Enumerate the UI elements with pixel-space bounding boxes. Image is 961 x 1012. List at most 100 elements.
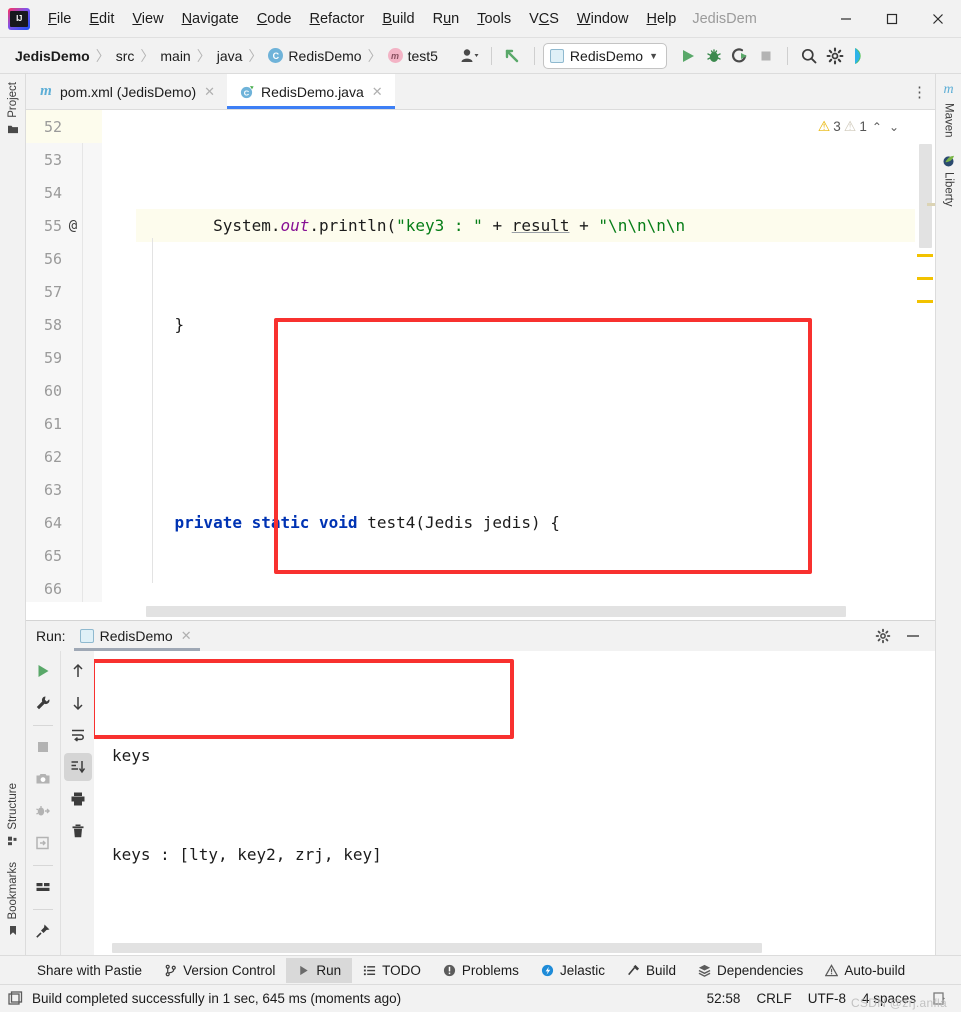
breadcrumb-separator: 〉 <box>95 47 110 64</box>
gutter-line: 60 <box>43 381 62 400</box>
menu-item-file[interactable]: File <box>40 8 79 30</box>
run-tab-redisdemo[interactable]: RedisDemo ✕ <box>73 621 200 651</box>
run-button[interactable] <box>675 43 701 69</box>
warning-marker[interactable] <box>917 277 933 280</box>
close-icon[interactable]: ✕ <box>202 84 217 100</box>
editor-gutter[interactable]: 52 53 54 55 @ 56 57 58 59 60 61 62 63 64 … <box>26 110 136 602</box>
menu-item-window[interactable]: Window <box>569 8 637 30</box>
line-separator[interactable]: CRLF <box>756 991 791 1006</box>
editor-scrollbar-marker-track[interactable] <box>915 110 935 602</box>
gutter-line: 58 <box>43 315 62 334</box>
sidebar-item-bookmarks[interactable]: Bookmarks <box>3 854 23 945</box>
minimize-button[interactable] <box>823 0 869 38</box>
editor-tab-pom-xml[interactable]: m pom.xml (JedisDemo) ✕ <box>26 74 227 109</box>
menu-item-build[interactable]: Build <box>374 8 422 30</box>
screenshot-button[interactable] <box>29 765 57 793</box>
warning-marker[interactable] <box>917 300 933 303</box>
annotation-marker[interactable]: @ <box>64 218 82 234</box>
run-with-coverage-button[interactable] <box>727 43 753 69</box>
gutter-line: 62 <box>43 447 62 466</box>
sidebar-item-project[interactable]: Project <box>3 74 23 143</box>
code-text-area[interactable]: System.out.println("key3 : " + result + … <box>102 110 915 602</box>
update-project-icon[interactable] <box>500 43 526 69</box>
console-output[interactable]: keys keys : [lty, key2, zrj, key] Proces… <box>94 651 935 955</box>
dump-threads-button[interactable] <box>29 797 57 825</box>
modify-run-configuration-button[interactable] <box>29 689 57 717</box>
scroll-to-end-button[interactable] <box>63 753 92 781</box>
minimize-icon[interactable] <box>905 628 921 644</box>
bottom-item-auto-build[interactable]: Auto-build <box>814 958 916 983</box>
file-encoding[interactable]: UTF-8 <box>808 991 846 1006</box>
breadcrumb-java[interactable]: java <box>212 46 248 66</box>
chevron-down-icon[interactable]: ⌄ <box>887 120 901 134</box>
readonly-toggle-icon[interactable] <box>932 991 947 1006</box>
menu-item-navigate[interactable]: Navigate <box>174 8 247 30</box>
gutter-line: 53 <box>43 150 62 169</box>
close-button[interactable] <box>915 0 961 38</box>
sidebar-item-liberty[interactable]: Liberty <box>938 146 959 215</box>
code-editor[interactable]: 52 53 54 55 @ 56 57 58 59 60 61 62 63 64 … <box>26 110 935 602</box>
bottom-item-jelastic[interactable]: Jelastic <box>530 958 616 983</box>
breadcrumb-project[interactable]: JedisDemo <box>10 46 95 66</box>
bottom-item-dependencies[interactable]: Dependencies <box>687 958 814 983</box>
rerun-button[interactable] <box>29 657 57 685</box>
breadcrumb-method[interactable]: m test5 <box>383 46 443 66</box>
print-button[interactable] <box>64 785 92 813</box>
indent-setting[interactable]: 4 spaces <box>862 991 916 1006</box>
bottom-item-todo[interactable]: TODO <box>352 958 432 983</box>
close-icon[interactable]: ✕ <box>179 628 194 644</box>
stop-button[interactable] <box>753 43 779 69</box>
menu-item-help[interactable]: Help <box>638 8 684 30</box>
menu-item-run[interactable]: Run <box>425 8 468 30</box>
breadcrumb-main[interactable]: main <box>155 46 195 66</box>
menu-item-view[interactable]: View <box>124 8 171 30</box>
warning-marker[interactable] <box>927 203 935 206</box>
pin-tab-button[interactable] <box>29 917 57 945</box>
run-tool-window: Run: RedisDemo ✕ keys keys: [lty, key2,… <box>26 620 935 955</box>
inspection-widget[interactable]: ⚠ 3 ⚠ 1 ⌃ ⌄ <box>813 116 905 137</box>
console-line: keys <box>112 746 151 765</box>
user-account-icon[interactable] <box>457 43 483 69</box>
editor-horizontal-scrollbar-thumb[interactable] <box>146 606 846 617</box>
debug-button[interactable] <box>701 43 727 69</box>
editor-tab-overflow-button[interactable]: ⋮ <box>912 74 935 109</box>
menu-item-tools[interactable]: Tools <box>469 8 519 30</box>
close-icon[interactable]: ✕ <box>370 84 385 100</box>
java-class-icon: C <box>239 84 255 100</box>
ai-assistant-button[interactable] <box>848 43 874 69</box>
caret-position[interactable]: 52:58 <box>707 991 741 1006</box>
gear-icon[interactable] <box>875 628 891 644</box>
search-everywhere-button[interactable] <box>796 43 822 69</box>
console-horizontal-scrollbar-thumb[interactable] <box>112 943 762 953</box>
sidebar-item-structure[interactable]: Structure <box>3 775 23 855</box>
editor-tab-redisdemo-java[interactable]: C RedisDemo.java ✕ <box>227 74 395 109</box>
menu-item-code[interactable]: Code <box>249 8 300 30</box>
clear-all-button[interactable] <box>64 817 92 845</box>
menu-item-edit[interactable]: Edit <box>81 8 122 30</box>
bottom-item-version-control[interactable]: Version Control <box>153 958 286 983</box>
menu-item-refactor[interactable]: Refactor <box>302 8 373 30</box>
menu-item-vcs[interactable]: VCS <box>521 8 567 30</box>
editor-scrollbar-thumb[interactable] <box>919 144 932 248</box>
sidebar-item-maven[interactable]: m Maven <box>939 74 959 146</box>
build-icon[interactable] <box>8 990 24 1007</box>
bottom-item-run[interactable]: Run <box>286 957 353 983</box>
breadcrumb-class[interactable]: C RedisDemo <box>263 46 366 66</box>
breadcrumb-src[interactable]: src <box>111 46 140 66</box>
settings-button[interactable] <box>822 43 848 69</box>
soft-wrap-button[interactable] <box>64 721 92 749</box>
stop-button[interactable] <box>29 733 57 761</box>
warning-marker[interactable] <box>917 254 933 257</box>
maximize-button[interactable] <box>869 0 915 38</box>
editor-horizontal-scrollbar-track[interactable] <box>26 602 935 620</box>
bottom-item-problems[interactable]: Problems <box>432 958 530 983</box>
attach-debugger-button[interactable] <box>29 829 57 857</box>
bottom-item-share-with-pastie[interactable]: Share with Pastie <box>26 958 153 983</box>
console-horizontal-scrollbar-track[interactable] <box>94 939 935 955</box>
run-configuration-selector[interactable]: RedisDemo ▼ <box>542 42 667 69</box>
scroll-down-button[interactable] <box>64 689 92 717</box>
scroll-up-button[interactable] <box>64 657 92 685</box>
bottom-item-build[interactable]: Build <box>616 958 687 983</box>
layout-settings-button[interactable] <box>29 873 57 901</box>
chevron-up-icon[interactable]: ⌃ <box>870 120 884 134</box>
